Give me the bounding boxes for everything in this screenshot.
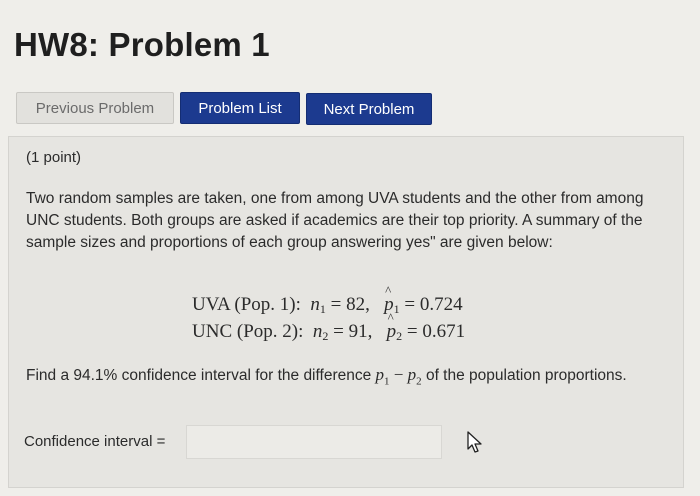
- question-text: Find a 94.1% confidence interval for the…: [26, 365, 627, 388]
- difference-expression: p1 − p2: [375, 365, 422, 388]
- sample-size-unc: 91: [348, 321, 368, 342]
- points-label: (1 point): [26, 149, 82, 166]
- summary-label-unc: UNC (Pop. 2):: [192, 321, 304, 342]
- confidence-interval-input[interactable]: [186, 425, 442, 459]
- page-title: HW8: Problem 1: [14, 26, 270, 63]
- problem-description: Two random samples are taken, one from a…: [26, 190, 644, 251]
- proportion-unc: 0.671: [422, 321, 466, 342]
- problem-list-button[interactable]: Problem List: [180, 92, 300, 124]
- mouse-pointer-icon: [467, 431, 482, 453]
- previous-problem-button[interactable]: Previous Problem: [16, 92, 174, 124]
- next-problem-button[interactable]: Next Problem: [306, 93, 432, 125]
- summary-row-unc: UNC (Pop. 2): n2 = 91, p2 = 0.671: [192, 310, 466, 344]
- sample-size-uva: 82: [346, 294, 366, 315]
- confidence-interval-label: Confidence interval =: [24, 433, 166, 450]
- proportion-uva: 0.724: [419, 294, 463, 315]
- summary-label-uva: UVA (Pop. 1):: [192, 294, 301, 315]
- summary-row-uva: UVA (Pop. 1): n1 = 82, p1 = 0.724: [192, 283, 463, 317]
